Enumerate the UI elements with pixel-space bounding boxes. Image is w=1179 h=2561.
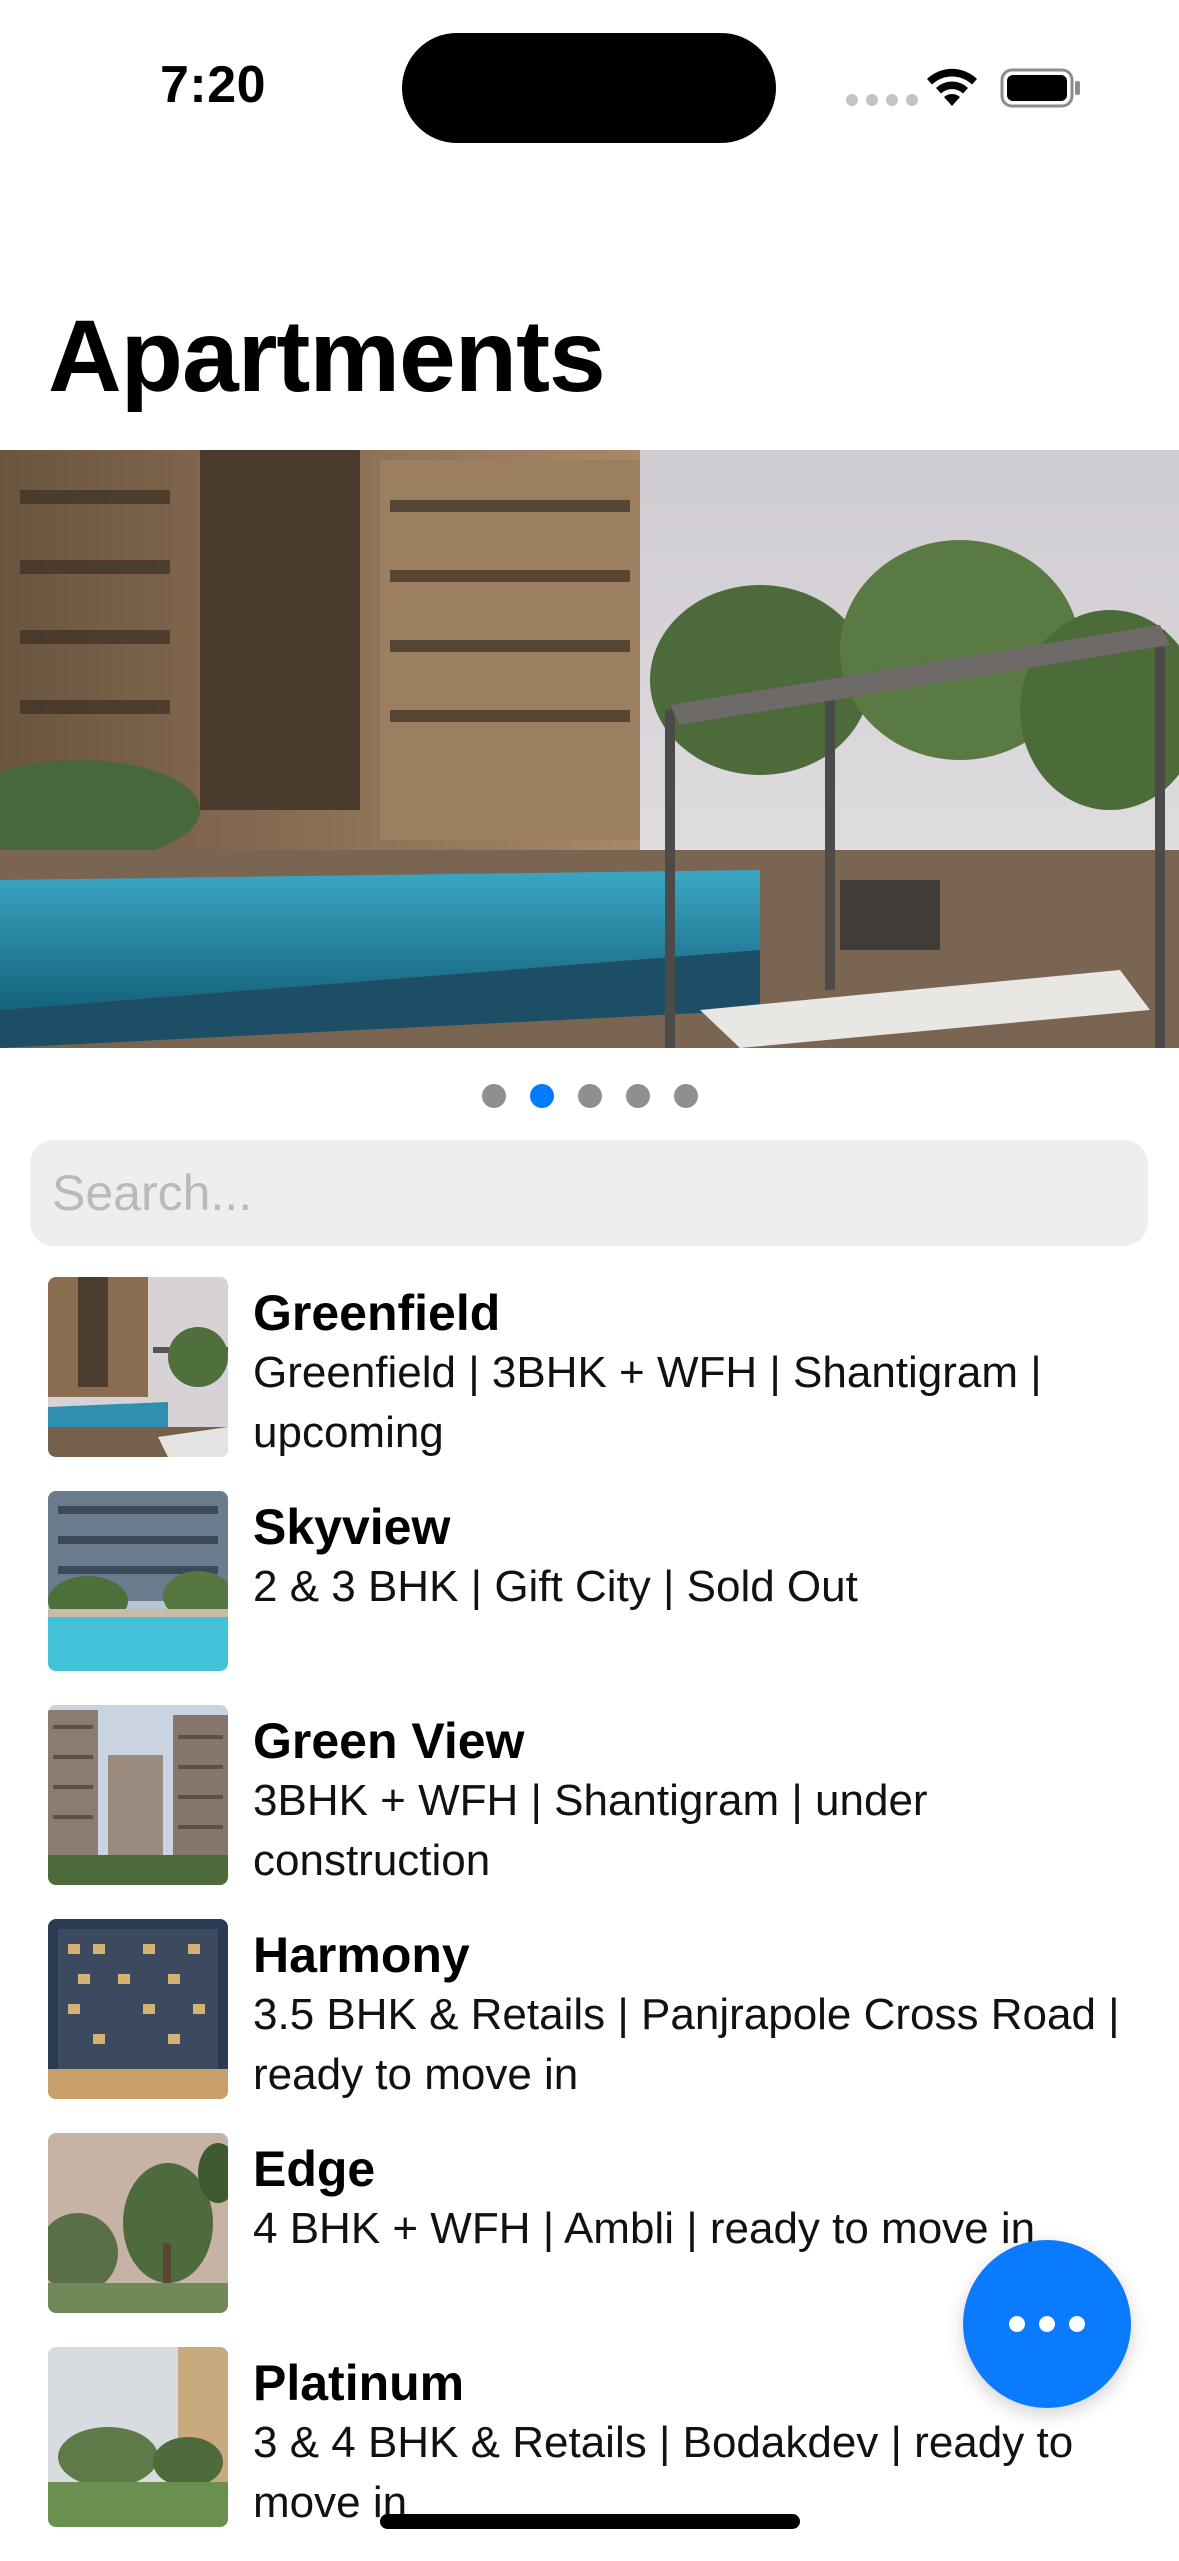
apartment-name: Edge bbox=[253, 2141, 376, 2197]
apartment-name: Skyview bbox=[253, 1499, 451, 1555]
search-input[interactable] bbox=[52, 1164, 1126, 1222]
apartment-details: 3BHK + WFH | Shantigram | under construc… bbox=[253, 1776, 928, 1885]
apartment-thumbnail bbox=[48, 1919, 228, 2099]
apartment-details: 3.5 BHK & Retails | Panjrapole Cross Roa… bbox=[253, 1990, 1120, 2099]
dynamic-island bbox=[402, 33, 776, 143]
page-dot-active[interactable] bbox=[529, 1084, 554, 1108]
page-dot[interactable] bbox=[625, 1084, 650, 1108]
hero-carousel-image[interactable] bbox=[0, 450, 1179, 1048]
apartment-details: 2 & 3 BHK | Gift City | Sold Out bbox=[253, 1562, 858, 1611]
apartment-thumbnail bbox=[48, 1491, 228, 1671]
battery-icon bbox=[1000, 68, 1080, 108]
list-item[interactable]: Skyview 2 & 3 BHK | Gift City | Sold Out bbox=[0, 1491, 1179, 1705]
home-indicator bbox=[380, 2514, 800, 2529]
carousel-page-indicator[interactable] bbox=[0, 1084, 1179, 1108]
apartment-details: Greenfield | 3BHK + WFH | Shantigram | u… bbox=[253, 1348, 1042, 1457]
cellular-signal-icon bbox=[846, 94, 918, 106]
apartment-name: Platinum bbox=[253, 2355, 465, 2411]
wifi-icon bbox=[927, 68, 977, 106]
apartment-details: 4 BHK + WFH | Ambli | ready to move in bbox=[253, 2204, 1036, 2253]
apartment-thumbnail bbox=[48, 1705, 228, 1885]
apartment-name: Greenfield bbox=[253, 1285, 501, 1341]
ellipsis-icon bbox=[1009, 2316, 1025, 2332]
apartment-name: Green View bbox=[253, 1713, 525, 1769]
more-options-button[interactable] bbox=[963, 2240, 1131, 2408]
apartment-thumbnail bbox=[48, 2347, 228, 2527]
page-title: Apartments bbox=[48, 299, 606, 413]
page-dot[interactable] bbox=[673, 1084, 698, 1108]
search-field[interactable] bbox=[30, 1140, 1148, 1246]
apartment-thumbnail bbox=[48, 2133, 228, 2313]
apartment-name: Harmony bbox=[253, 1927, 470, 1983]
apartment-thumbnail bbox=[48, 1277, 228, 1457]
list-item[interactable]: Harmony 3.5 BHK & Retails | Panjrapole C… bbox=[0, 1919, 1179, 2133]
status-bar: 7:20 bbox=[0, 0, 1179, 175]
page-dot[interactable] bbox=[577, 1084, 602, 1108]
status-time: 7:20 bbox=[160, 56, 267, 114]
list-item[interactable]: Green View 3BHK + WFH | Shantigram | und… bbox=[0, 1705, 1179, 1919]
list-item[interactable]: Greenfield Greenfield | 3BHK + WFH | Sha… bbox=[0, 1277, 1179, 1491]
page-dot[interactable] bbox=[481, 1084, 506, 1108]
